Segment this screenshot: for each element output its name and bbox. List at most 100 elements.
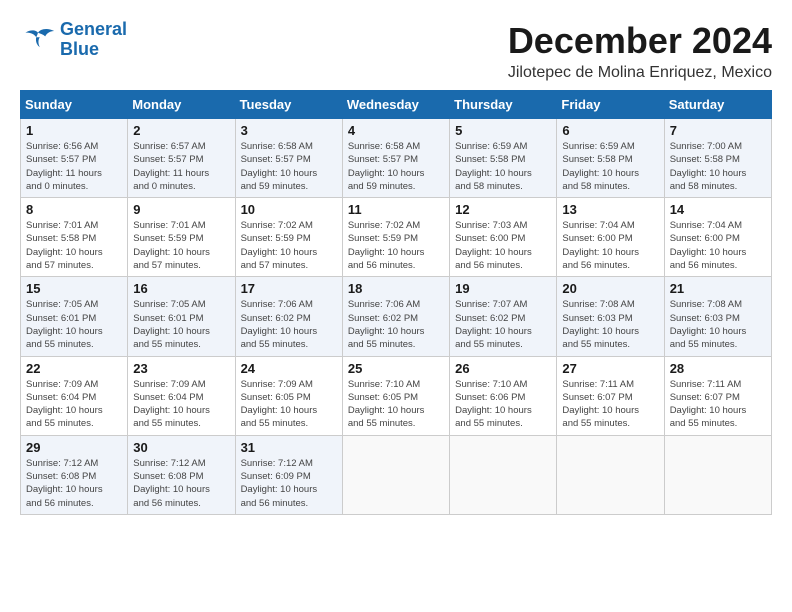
day-number: 12 (455, 202, 551, 217)
day-number: 25 (348, 361, 444, 376)
day-info: Sunrise: 7:00 AM Sunset: 5:58 PM Dayligh… (670, 140, 766, 193)
day-number: 31 (241, 440, 337, 455)
day-number: 17 (241, 281, 337, 296)
calendar-cell: 18 Sunrise: 7:06 AM Sunset: 6:02 PM Dayli… (342, 277, 449, 356)
calendar-week-3: 15 Sunrise: 7:05 AM Sunset: 6:01 PM Dayli… (21, 277, 772, 356)
calendar-cell: 24 Sunrise: 7:09 AM Sunset: 6:05 PM Dayli… (235, 356, 342, 435)
day-number: 15 (26, 281, 122, 296)
day-info: Sunrise: 7:09 AM Sunset: 6:04 PM Dayligh… (133, 378, 229, 431)
day-number: 18 (348, 281, 444, 296)
calendar-cell (342, 435, 449, 514)
day-info: Sunrise: 7:08 AM Sunset: 6:03 PM Dayligh… (670, 298, 766, 351)
calendar-cell: 28 Sunrise: 7:11 AM Sunset: 6:07 PM Dayli… (664, 356, 771, 435)
day-info: Sunrise: 7:04 AM Sunset: 6:00 PM Dayligh… (562, 219, 658, 272)
day-info: Sunrise: 7:02 AM Sunset: 5:59 PM Dayligh… (241, 219, 337, 272)
calendar-cell: 4 Sunrise: 6:58 AM Sunset: 5:57 PM Daylig… (342, 119, 449, 198)
day-info: Sunrise: 6:59 AM Sunset: 5:58 PM Dayligh… (455, 140, 551, 193)
logo-text: General Blue (60, 20, 127, 60)
page-header: General Blue December 2024 Jilotepec de … (20, 20, 772, 82)
day-number: 4 (348, 123, 444, 138)
day-info: Sunrise: 7:07 AM Sunset: 6:02 PM Dayligh… (455, 298, 551, 351)
day-info: Sunrise: 7:05 AM Sunset: 6:01 PM Dayligh… (133, 298, 229, 351)
calendar-cell: 9 Sunrise: 7:01 AM Sunset: 5:59 PM Daylig… (128, 198, 235, 277)
month-title: December 2024 (508, 20, 772, 62)
calendar-week-1: 1Sunrise: 6:56 AM Sunset: 5:57 PM Daylig… (21, 119, 772, 198)
day-info: Sunrise: 6:58 AM Sunset: 5:57 PM Dayligh… (241, 140, 337, 193)
calendar-cell: 1Sunrise: 6:56 AM Sunset: 5:57 PM Daylig… (21, 119, 128, 198)
calendar-cell: 17 Sunrise: 7:06 AM Sunset: 6:02 PM Dayli… (235, 277, 342, 356)
day-number: 11 (348, 202, 444, 217)
day-number: 22 (26, 361, 122, 376)
day-number: 9 (133, 202, 229, 217)
col-header-monday: Monday (128, 91, 235, 119)
calendar-cell: 13 Sunrise: 7:04 AM Sunset: 6:00 PM Dayli… (557, 198, 664, 277)
calendar-cell (557, 435, 664, 514)
calendar-table: SundayMondayTuesdayWednesdayThursdayFrid… (20, 90, 772, 515)
col-header-friday: Friday (557, 91, 664, 119)
logo-bird-icon (20, 25, 56, 55)
day-number: 28 (670, 361, 766, 376)
col-header-thursday: Thursday (450, 91, 557, 119)
logo-line1: General (60, 19, 127, 39)
day-info: Sunrise: 7:04 AM Sunset: 6:00 PM Dayligh… (670, 219, 766, 272)
calendar-cell (450, 435, 557, 514)
day-number: 10 (241, 202, 337, 217)
day-number: 19 (455, 281, 551, 296)
day-info: Sunrise: 7:06 AM Sunset: 6:02 PM Dayligh… (241, 298, 337, 351)
day-number: 23 (133, 361, 229, 376)
day-info: Sunrise: 7:12 AM Sunset: 6:09 PM Dayligh… (241, 457, 337, 510)
calendar-cell: 19 Sunrise: 7:07 AM Sunset: 6:02 PM Dayli… (450, 277, 557, 356)
day-number: 26 (455, 361, 551, 376)
calendar-cell: 26 Sunrise: 7:10 AM Sunset: 6:06 PM Dayli… (450, 356, 557, 435)
col-header-sunday: Sunday (21, 91, 128, 119)
day-info: Sunrise: 7:03 AM Sunset: 6:00 PM Dayligh… (455, 219, 551, 272)
day-info: Sunrise: 6:58 AM Sunset: 5:57 PM Dayligh… (348, 140, 444, 193)
day-number: 24 (241, 361, 337, 376)
calendar-week-2: 8Sunrise: 7:01 AM Sunset: 5:58 PM Daylig… (21, 198, 772, 277)
calendar-cell: 14 Sunrise: 7:04 AM Sunset: 6:00 PM Dayli… (664, 198, 771, 277)
day-info: Sunrise: 6:59 AM Sunset: 5:58 PM Dayligh… (562, 140, 658, 193)
col-header-tuesday: Tuesday (235, 91, 342, 119)
day-number: 20 (562, 281, 658, 296)
calendar-cell: 31 Sunrise: 7:12 AM Sunset: 6:09 PM Dayli… (235, 435, 342, 514)
calendar-cell: 23 Sunrise: 7:09 AM Sunset: 6:04 PM Dayli… (128, 356, 235, 435)
day-info: Sunrise: 6:57 AM Sunset: 5:57 PM Dayligh… (133, 140, 229, 193)
day-info: Sunrise: 7:10 AM Sunset: 6:06 PM Dayligh… (455, 378, 551, 431)
calendar-cell: 21Sunrise: 7:08 AM Sunset: 6:03 PM Dayli… (664, 277, 771, 356)
calendar-header-row: SundayMondayTuesdayWednesdayThursdayFrid… (21, 91, 772, 119)
day-number: 2 (133, 123, 229, 138)
calendar-cell: 25Sunrise: 7:10 AM Sunset: 6:05 PM Dayli… (342, 356, 449, 435)
day-info: Sunrise: 6:56 AM Sunset: 5:57 PM Dayligh… (26, 140, 122, 193)
day-number: 13 (562, 202, 658, 217)
logo-line2: Blue (60, 39, 99, 59)
day-number: 29 (26, 440, 122, 455)
calendar-cell: 11Sunrise: 7:02 AM Sunset: 5:59 PM Dayli… (342, 198, 449, 277)
day-number: 16 (133, 281, 229, 296)
day-number: 6 (562, 123, 658, 138)
calendar-cell: 29 Sunrise: 7:12 AM Sunset: 6:08 PM Dayli… (21, 435, 128, 514)
day-number: 5 (455, 123, 551, 138)
calendar-cell: 15 Sunrise: 7:05 AM Sunset: 6:01 PM Dayli… (21, 277, 128, 356)
title-block: December 2024 Jilotepec de Molina Enriqu… (508, 20, 772, 82)
day-info: Sunrise: 7:01 AM Sunset: 5:59 PM Dayligh… (133, 219, 229, 272)
calendar-week-4: 22 Sunrise: 7:09 AM Sunset: 6:04 PM Dayli… (21, 356, 772, 435)
col-header-saturday: Saturday (664, 91, 771, 119)
day-number: 14 (670, 202, 766, 217)
calendar-cell: 5 Sunrise: 6:59 AM Sunset: 5:58 PM Daylig… (450, 119, 557, 198)
day-info: Sunrise: 7:12 AM Sunset: 6:08 PM Dayligh… (26, 457, 122, 510)
day-number: 3 (241, 123, 337, 138)
day-info: Sunrise: 7:11 AM Sunset: 6:07 PM Dayligh… (670, 378, 766, 431)
calendar-cell: 10 Sunrise: 7:02 AM Sunset: 5:59 PM Dayli… (235, 198, 342, 277)
day-number: 8 (26, 202, 122, 217)
calendar-cell: 12 Sunrise: 7:03 AM Sunset: 6:00 PM Dayli… (450, 198, 557, 277)
day-info: Sunrise: 7:05 AM Sunset: 6:01 PM Dayligh… (26, 298, 122, 351)
day-info: Sunrise: 7:11 AM Sunset: 6:07 PM Dayligh… (562, 378, 658, 431)
day-info: Sunrise: 7:08 AM Sunset: 6:03 PM Dayligh… (562, 298, 658, 351)
day-number: 7 (670, 123, 766, 138)
col-header-wednesday: Wednesday (342, 91, 449, 119)
day-info: Sunrise: 7:09 AM Sunset: 6:05 PM Dayligh… (241, 378, 337, 431)
calendar-cell: 20 Sunrise: 7:08 AM Sunset: 6:03 PM Dayli… (557, 277, 664, 356)
day-info: Sunrise: 7:12 AM Sunset: 6:08 PM Dayligh… (133, 457, 229, 510)
day-info: Sunrise: 7:06 AM Sunset: 6:02 PM Dayligh… (348, 298, 444, 351)
logo: General Blue (20, 20, 127, 60)
